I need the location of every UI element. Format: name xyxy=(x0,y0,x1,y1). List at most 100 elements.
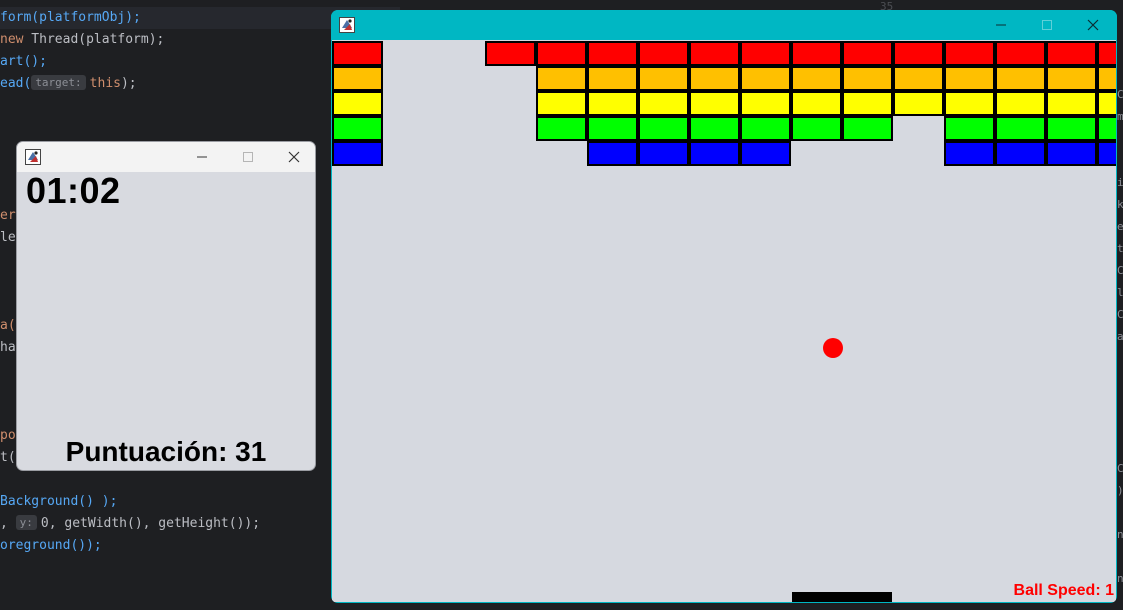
code-fragment: a( xyxy=(0,318,16,333)
game-canvas[interactable]: Ball Speed: 1 xyxy=(332,40,1116,602)
brick xyxy=(842,41,893,66)
brick xyxy=(689,91,740,116)
brick xyxy=(944,116,995,141)
brick xyxy=(587,91,638,116)
code-line: Background() ); xyxy=(0,491,117,513)
java-app-icon xyxy=(25,149,41,165)
score-display: Puntuación: 31 xyxy=(65,436,267,467)
brick xyxy=(638,141,689,166)
code-fragment: po xyxy=(0,428,16,443)
maximize-button[interactable] xyxy=(1024,10,1070,40)
brick xyxy=(536,91,587,116)
code-fragment: n xyxy=(1117,528,1123,541)
code-line: art(); xyxy=(0,51,47,73)
brick xyxy=(791,116,842,141)
brick xyxy=(587,41,638,66)
code-token: oreground()); xyxy=(0,538,102,553)
brick xyxy=(689,66,740,91)
code-token: form(platformObj); xyxy=(0,10,141,25)
brick xyxy=(995,141,1046,166)
code-fragment: n xyxy=(1117,572,1123,585)
brick xyxy=(638,66,689,91)
code-line: ead(target: this); xyxy=(0,73,137,95)
parameter-hint: y: xyxy=(15,515,37,530)
code-line: , y: 0, getWidth(), getHeight()); xyxy=(0,513,260,535)
brick xyxy=(332,91,383,116)
brick xyxy=(332,141,383,166)
code-fragment: C xyxy=(1117,88,1123,101)
brick xyxy=(995,116,1046,141)
brick xyxy=(638,91,689,116)
brick xyxy=(995,91,1046,116)
code-token: ); xyxy=(120,76,137,91)
code-fragment: ) xyxy=(1117,484,1123,497)
brick xyxy=(536,116,587,141)
close-button[interactable] xyxy=(1070,10,1116,40)
brick xyxy=(1097,91,1116,116)
brick xyxy=(536,66,587,91)
brick xyxy=(944,141,995,166)
code-fragment: l xyxy=(1117,286,1123,299)
brick xyxy=(332,66,383,91)
game-window-titlebar[interactable] xyxy=(331,10,1117,40)
brick xyxy=(893,41,944,66)
brick xyxy=(587,66,638,91)
brick xyxy=(1097,141,1116,166)
brick xyxy=(332,41,383,66)
brick xyxy=(842,91,893,116)
brick xyxy=(944,41,995,66)
code-fragment: t( xyxy=(0,450,16,465)
brick xyxy=(740,141,791,166)
brick xyxy=(689,141,740,166)
code-fragment: t xyxy=(1117,242,1123,255)
score-window: 01:02 Puntuación: 31 xyxy=(16,141,316,471)
maximize-button[interactable] xyxy=(225,142,271,172)
timer-display: 01:02 xyxy=(26,170,121,211)
brick xyxy=(1046,141,1097,166)
brick xyxy=(689,116,740,141)
brick xyxy=(842,116,893,141)
code-token: this xyxy=(89,76,121,91)
brick xyxy=(944,91,995,116)
close-button[interactable] xyxy=(271,142,315,172)
brick xyxy=(1097,116,1116,141)
brick xyxy=(791,41,842,66)
parameter-hint: target: xyxy=(31,75,86,90)
code-fragment: C xyxy=(1117,264,1123,277)
code-fragment: ha xyxy=(0,340,16,355)
code-fragment: er xyxy=(0,208,16,223)
code-fragment: k xyxy=(1117,198,1123,211)
code-fragment: C xyxy=(1117,308,1123,321)
code-fragment: e xyxy=(1117,220,1123,233)
brick xyxy=(740,41,791,66)
brick xyxy=(740,66,791,91)
brick xyxy=(791,66,842,91)
brick xyxy=(638,41,689,66)
brick xyxy=(332,116,383,141)
brick xyxy=(1046,41,1097,66)
brick xyxy=(893,66,944,91)
ball-speed-label: Ball Speed: 1 xyxy=(1013,582,1114,599)
brick xyxy=(485,41,536,66)
minimize-button[interactable] xyxy=(978,10,1024,40)
brick xyxy=(1097,66,1116,91)
brick xyxy=(587,141,638,166)
brick xyxy=(1046,116,1097,141)
code-fragment: i xyxy=(1117,176,1123,189)
brick xyxy=(893,91,944,116)
code-token: 0, getWidth(), getHeight()); xyxy=(40,516,261,531)
code-line: new Thread(platform); xyxy=(0,29,164,51)
brick xyxy=(944,66,995,91)
brick xyxy=(638,116,689,141)
code-token: ead( xyxy=(0,76,32,91)
code-line: oreground()); xyxy=(0,535,102,557)
game-window: Ball Speed: 1 xyxy=(331,10,1117,603)
code-fragment: m xyxy=(1117,110,1123,123)
brick xyxy=(740,116,791,141)
brick xyxy=(536,41,587,66)
score-window-titlebar[interactable] xyxy=(17,142,315,172)
minimize-button[interactable] xyxy=(179,142,225,172)
brick xyxy=(1097,41,1116,66)
paddle[interactable] xyxy=(792,592,892,602)
brick xyxy=(842,66,893,91)
